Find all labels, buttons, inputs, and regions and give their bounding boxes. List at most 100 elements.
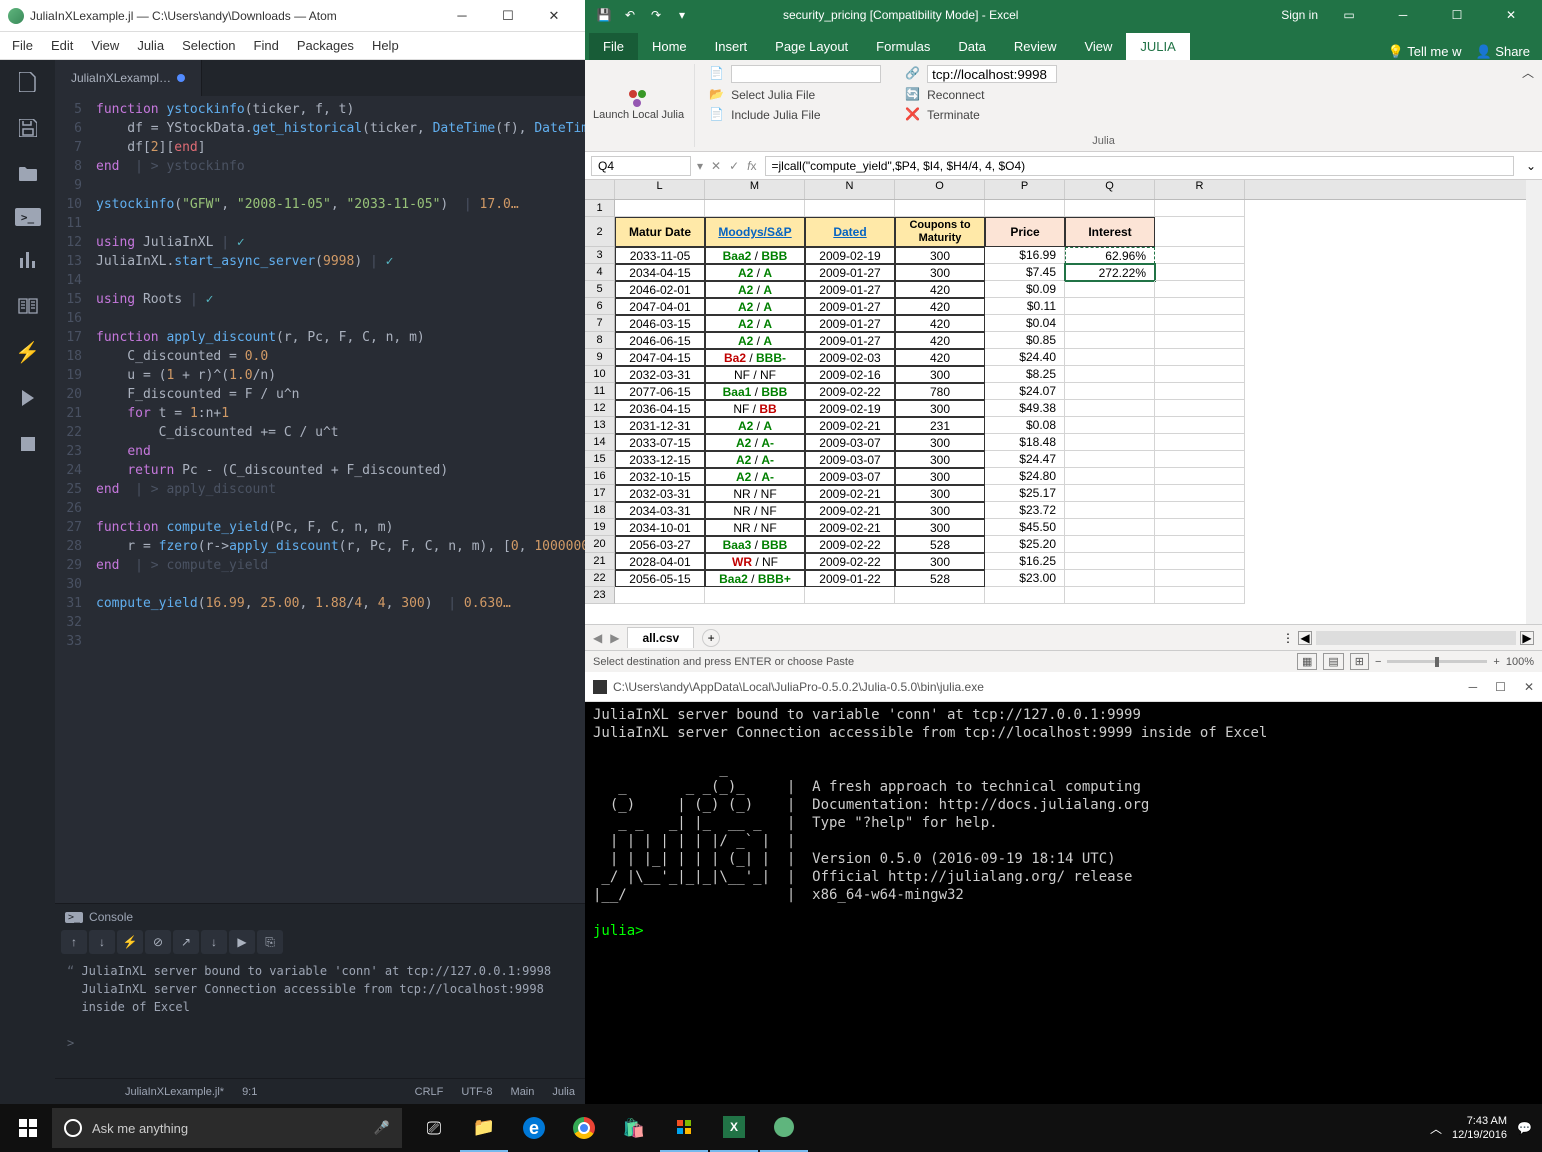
- qat-customize-icon[interactable]: ▾: [671, 4, 693, 26]
- menu-edit[interactable]: Edit: [43, 34, 81, 57]
- menu-selection[interactable]: Selection: [174, 34, 243, 57]
- formula-input[interactable]: =jlcall("compute_yield",$P4, $I4, $H4/4,…: [765, 156, 1514, 176]
- include-julia-file[interactable]: 📄Include Julia File: [707, 106, 883, 124]
- data-row[interactable]: 10 2032-03-31 NF / NF 2009-02-16 300 $8.…: [585, 366, 1526, 383]
- accept-formula-icon[interactable]: ✓: [729, 159, 739, 173]
- view-pagebreak-icon[interactable]: ⊞: [1350, 653, 1369, 670]
- console-down-button[interactable]: ↓: [89, 930, 115, 954]
- maximize-button[interactable]: ☐: [1495, 680, 1506, 694]
- scroll-right-icon[interactable]: ▶: [1520, 631, 1534, 645]
- minimize-button[interactable]: ─: [1380, 1, 1426, 29]
- share-button[interactable]: 👤 Share: [1475, 44, 1530, 60]
- data-row[interactable]: 11 2077-06-15 Baa1 / BBB 2009-02-22 780 …: [585, 383, 1526, 400]
- data-row[interactable]: 19 2034-10-01 NR / NF 2009-02-21 300 $45…: [585, 519, 1526, 536]
- maximize-button[interactable]: ☐: [485, 1, 531, 31]
- terminal-icon[interactable]: >_: [15, 208, 41, 226]
- taskview-icon[interactable]: ⎚: [410, 1104, 458, 1152]
- col-Q[interactable]: Q: [1065, 180, 1155, 199]
- data-row[interactable]: 8 2046-06-15 A2 / A 2009-01-27 420 $0.85: [585, 332, 1526, 349]
- tray-chevron-icon[interactable]: ︿: [1430, 1120, 1442, 1137]
- file-icon[interactable]: [16, 70, 40, 94]
- signin-link[interactable]: Sign in: [1281, 8, 1318, 22]
- menu-julia[interactable]: Julia: [129, 34, 172, 57]
- sheet-nav-next-icon[interactable]: ▶: [610, 631, 619, 645]
- chrome-icon[interactable]: [560, 1104, 608, 1152]
- app-icon-1[interactable]: [660, 1104, 708, 1152]
- maximize-button[interactable]: ☐: [1434, 1, 1480, 29]
- data-row[interactable]: 7 2046-03-15 A2 / A 2009-01-27 420 $0.04: [585, 315, 1526, 332]
- bolt-icon[interactable]: ⚡: [16, 340, 40, 364]
- stop-icon[interactable]: [16, 432, 40, 456]
- excel-grid[interactable]: L M N O P Q R 1 2 Matur Date: [585, 180, 1542, 624]
- tab-view[interactable]: View: [1070, 33, 1126, 60]
- data-row[interactable]: 4 2034-04-15 A2 / A 2009-01-27 300 $7.45…: [585, 264, 1526, 281]
- minimize-button[interactable]: ─: [439, 1, 485, 31]
- tellme[interactable]: 💡 Tell me w: [1388, 44, 1462, 60]
- explorer-icon[interactable]: 📁: [460, 1104, 508, 1152]
- cancel-formula-icon[interactable]: ✕: [711, 159, 721, 173]
- tab-pagelayout[interactable]: Page Layout: [761, 33, 862, 60]
- row-1[interactable]: 1: [585, 200, 1526, 217]
- store-icon[interactable]: 🛍️: [610, 1104, 658, 1152]
- menu-help[interactable]: Help: [364, 34, 407, 57]
- console-body[interactable]: “ JuliaInXL server bound to variable 'co…: [55, 958, 585, 1078]
- data-row[interactable]: 5 2046-02-01 A2 / A 2009-01-27 420 $0.09: [585, 281, 1526, 298]
- tab-review[interactable]: Review: [1000, 33, 1071, 60]
- zoom-slider[interactable]: [1387, 660, 1487, 663]
- collapse-ribbon-icon[interactable]: ︿: [1522, 64, 1534, 81]
- fx-icon[interactable]: fx: [747, 159, 756, 173]
- reconnect-button[interactable]: 🔄Reconnect: [903, 86, 1059, 104]
- data-row[interactable]: 13 2031-12-31 A2 / A 2009-02-21 231 $0.0…: [585, 417, 1526, 434]
- atom-taskbar-icon[interactable]: [760, 1104, 808, 1152]
- data-row[interactable]: 6 2047-04-01 A2 / A 2009-01-27 420 $0.11: [585, 298, 1526, 315]
- data-row[interactable]: 15 2033-12-15 A2 / A- 2009-03-07 300 $24…: [585, 451, 1526, 468]
- row-2-header[interactable]: 2 Matur Date Moodys/S&P Dated Coupons to…: [585, 217, 1526, 247]
- horizontal-scrollbar[interactable]: [1316, 631, 1516, 645]
- tab-formulas[interactable]: Formulas: [862, 33, 944, 60]
- sheet-tab-allcsv[interactable]: all.csv: [627, 627, 694, 648]
- play-icon[interactable]: [16, 386, 40, 410]
- expand-formula-icon[interactable]: ⌄: [1520, 159, 1542, 173]
- status-pos[interactable]: 9:1: [242, 1086, 257, 1098]
- console-down2-button[interactable]: ↓: [201, 930, 227, 954]
- excel-taskbar-icon[interactable]: X: [710, 1104, 758, 1152]
- data-row[interactable]: 9 2047-04-15 Ba2 / BBB- 2009-02-03 420 $…: [585, 349, 1526, 366]
- zoom-in-icon[interactable]: +: [1493, 656, 1499, 668]
- menu-find[interactable]: Find: [246, 34, 287, 57]
- tab-file[interactable]: File: [589, 33, 638, 60]
- col-L[interactable]: L: [615, 180, 705, 199]
- edge-icon[interactable]: e: [510, 1104, 558, 1152]
- col-N[interactable]: N: [805, 180, 895, 199]
- ribbon-textbox[interactable]: 📄: [707, 64, 883, 84]
- console-copy-button[interactable]: ⎘: [257, 930, 283, 954]
- book-icon[interactable]: [16, 294, 40, 318]
- data-row[interactable]: 16 2032-10-15 A2 / A- 2009-03-07 300 $24…: [585, 468, 1526, 485]
- mic-icon[interactable]: 🎤: [374, 1120, 390, 1136]
- code-content[interactable]: function ystockinfo(ticker, f, t) df = Y…: [90, 96, 585, 903]
- start-button[interactable]: [4, 1104, 52, 1152]
- tab-home[interactable]: Home: [638, 33, 701, 60]
- menu-packages[interactable]: Packages: [289, 34, 362, 57]
- add-sheet-button[interactable]: +: [702, 629, 720, 647]
- col-M[interactable]: M: [705, 180, 805, 199]
- save-icon[interactable]: 💾: [593, 4, 615, 26]
- ribbon-options-icon[interactable]: ▭: [1326, 1, 1372, 29]
- console-up-button[interactable]: ↑: [61, 930, 87, 954]
- scroll-left-icon[interactable]: ◀: [1298, 631, 1312, 645]
- status-file[interactable]: JuliaInXLexample.jl*: [125, 1086, 224, 1098]
- tab-julia[interactable]: JULIA: [1126, 33, 1189, 60]
- save-icon[interactable]: [16, 116, 40, 140]
- zoom-out-icon[interactable]: −: [1375, 656, 1381, 668]
- minimize-button[interactable]: ─: [1469, 680, 1478, 694]
- cortana-search[interactable]: Ask me anything 🎤: [52, 1108, 402, 1148]
- tab-insert[interactable]: Insert: [701, 33, 762, 60]
- folder-icon[interactable]: [16, 162, 40, 186]
- notifications-icon[interactable]: 💬: [1517, 1121, 1532, 1135]
- status-branch[interactable]: Main: [511, 1086, 535, 1098]
- data-row[interactable]: 3 2033-11-05 Baa2 / BBB 2009-02-19 300 $…: [585, 247, 1526, 264]
- menu-file[interactable]: File: [4, 34, 41, 57]
- undo-icon[interactable]: ↶: [619, 4, 641, 26]
- redo-icon[interactable]: ↷: [645, 4, 667, 26]
- col-P[interactable]: P: [985, 180, 1065, 199]
- data-row[interactable]: 18 2034-03-31 NR / NF 2009-02-21 300 $23…: [585, 502, 1526, 519]
